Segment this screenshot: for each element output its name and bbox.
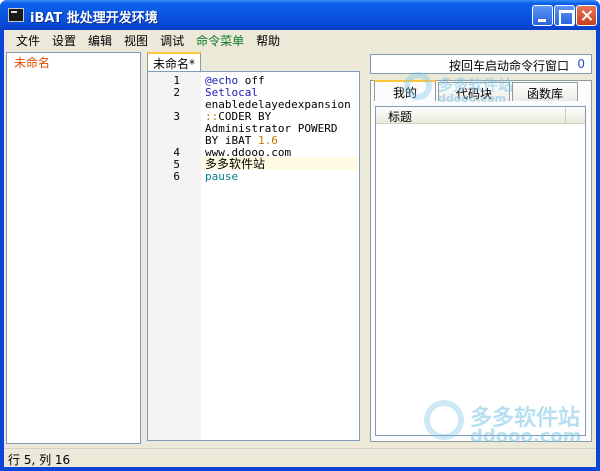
menu-help[interactable]: 帮助 [250, 30, 286, 49]
line-number: 2 [173, 86, 180, 99]
watermark-logo-icon [404, 72, 432, 100]
menu-view[interactable]: 视图 [118, 30, 154, 49]
watermark-domain: ddooo.com [470, 426, 582, 447]
status-bar: 行 5, 列 16 [4, 448, 596, 467]
code-line-2[interactable]: Setlocal enabledelayedexpansion [205, 87, 351, 111]
app-window: iBAT 批处理开发环境 文件 设置 编辑 视图 调试 命令菜单 帮助 未命名 … [0, 0, 600, 471]
menu-debug[interactable]: 调试 [154, 30, 190, 49]
watermark-domain: ddooo.com [438, 92, 507, 105]
maximize-button[interactable] [554, 5, 575, 26]
menu-bar: 文件 设置 编辑 视图 调试 命令菜单 帮助 [4, 30, 596, 49]
tab-untitled[interactable]: 未命名* [147, 52, 201, 71]
code-line-3[interactable]: ::CODER BY Administrator POWERD BY iBAT … [205, 111, 337, 147]
menu-settings[interactable]: 设置 [46, 30, 82, 49]
minimize-button[interactable] [532, 5, 553, 26]
client-area: 文件 设置 编辑 视图 调试 命令菜单 帮助 未命名 未命名* 1 @echo … [4, 30, 596, 467]
command-window-box[interactable]: 按回车启动命令行窗口 0 [370, 54, 592, 74]
command-window-label: 按回车启动命令行窗口 [448, 59, 569, 73]
line-number: 6 [173, 170, 180, 183]
menu-edit[interactable]: 编辑 [82, 30, 118, 49]
title-bar[interactable]: iBAT 批处理开发环境 [0, 0, 600, 30]
app-icon [8, 8, 24, 22]
file-tree-panel[interactable]: 未命名 [6, 52, 141, 444]
line-number: 3 [173, 110, 180, 123]
list-header: 标题 [376, 107, 585, 124]
tree-item-untitled[interactable]: 未命名 [14, 54, 50, 71]
snippet-list[interactable]: 标题 [375, 106, 586, 436]
code-editor[interactable]: 1 @echo off 2 Setlocal enabledelayedexpa… [147, 71, 360, 441]
cursor-position: 行 5, 列 16 [8, 453, 71, 467]
code-line-6[interactable]: pause [205, 171, 238, 183]
command-count: 0 [577, 57, 585, 71]
window-title: iBAT 批处理开发环境 [30, 11, 158, 26]
column-header-title[interactable]: 标题 [376, 107, 566, 124]
tab-function-library[interactable]: 函数库 [512, 82, 578, 101]
menu-commands[interactable]: 命令菜单 [190, 30, 250, 49]
line-number-gutter [148, 72, 201, 440]
watermark-logo-icon [424, 400, 464, 440]
close-button[interactable] [576, 5, 597, 26]
menu-file[interactable]: 文件 [10, 30, 46, 49]
